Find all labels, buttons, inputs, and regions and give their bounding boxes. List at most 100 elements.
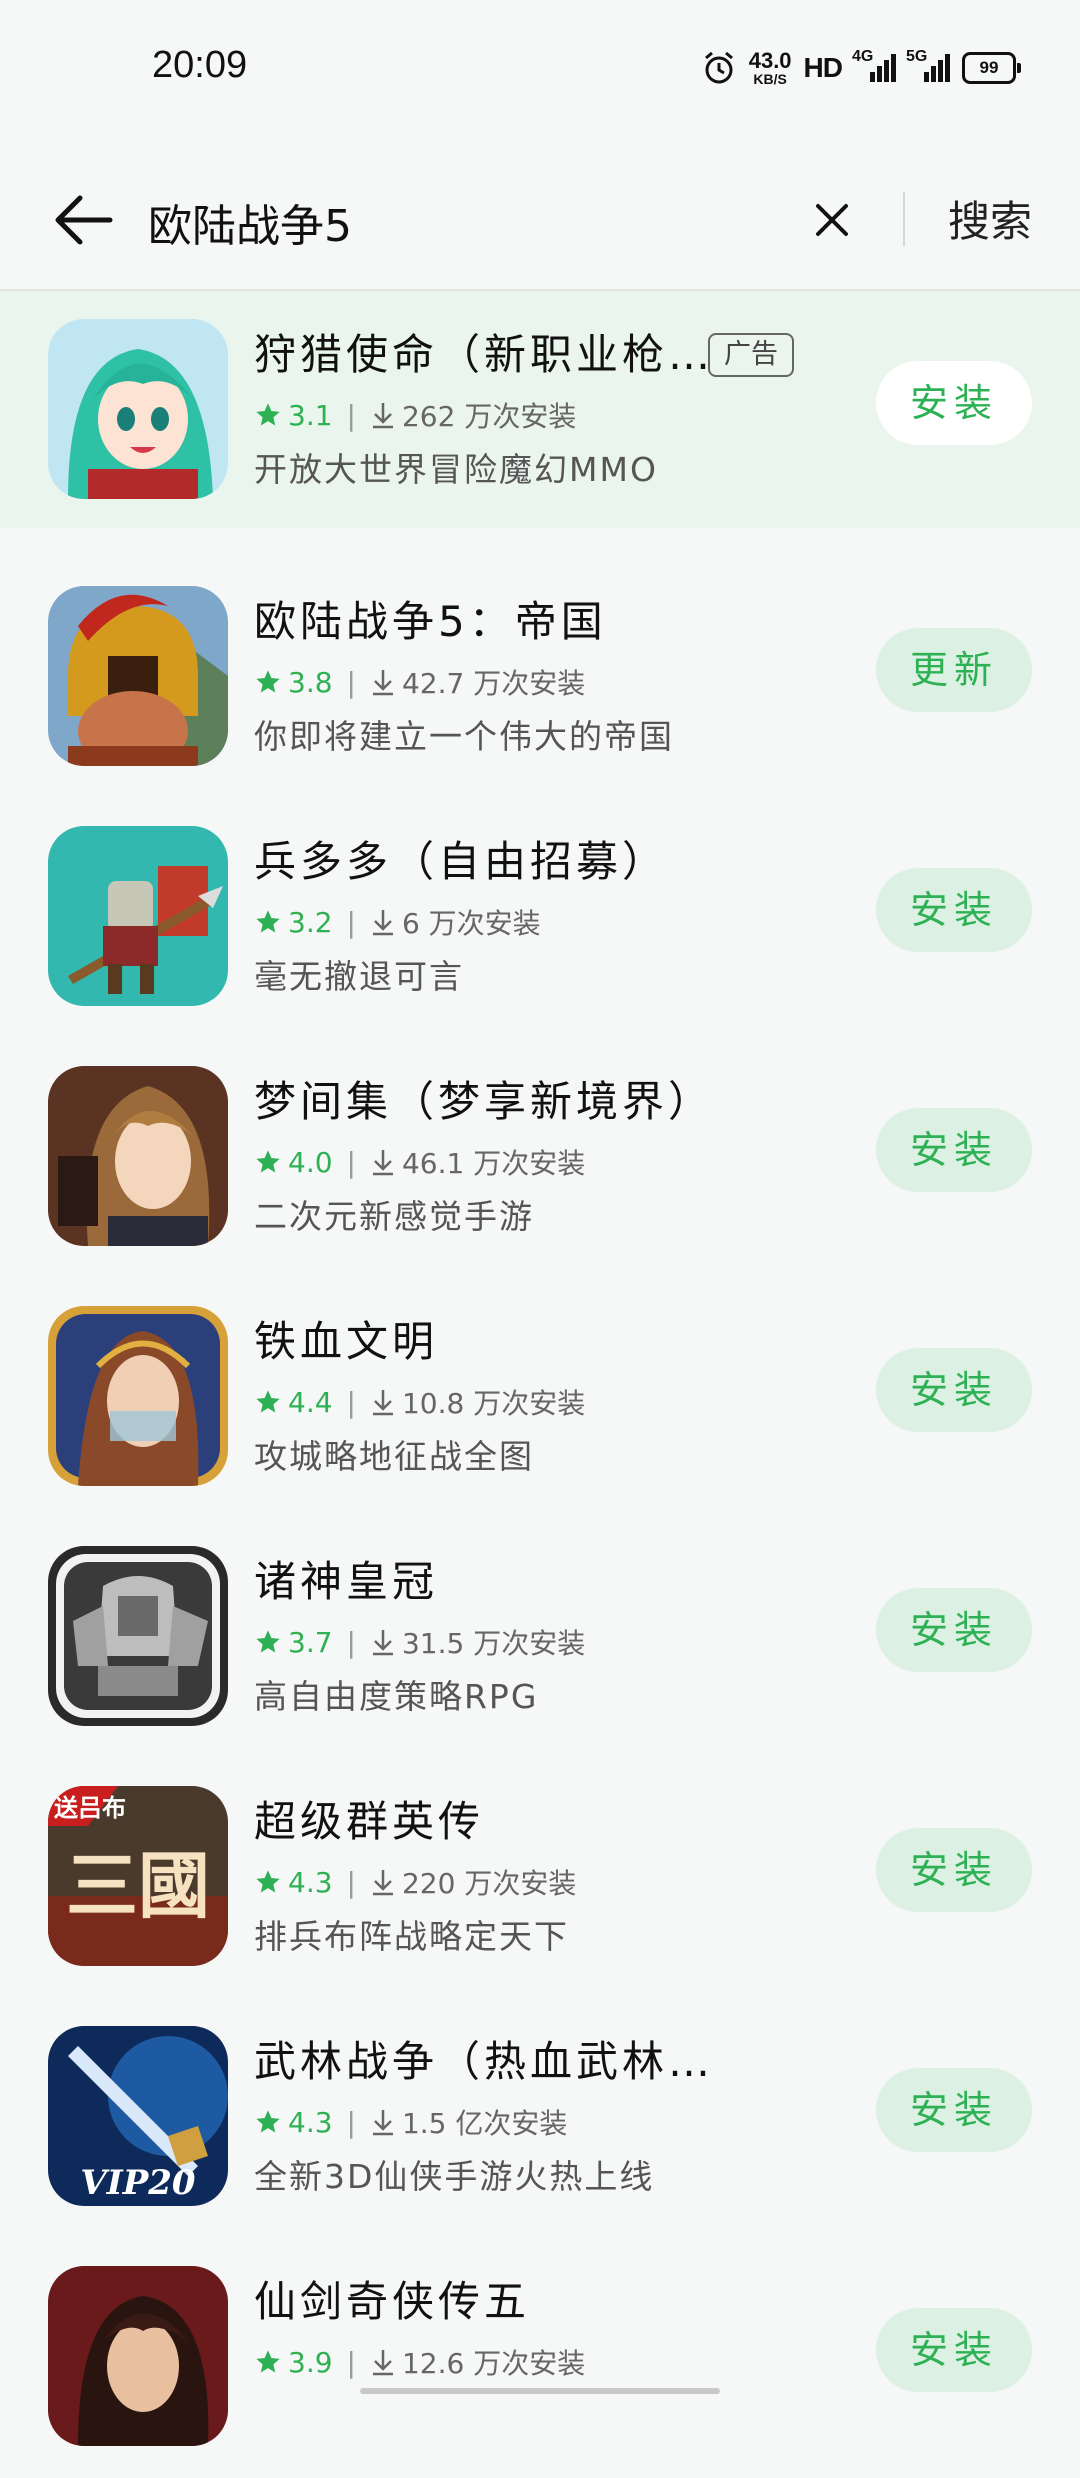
app-description: 二次元新感觉手游 — [254, 1197, 534, 1236]
download-count: 10.8 万次安装 — [401, 1387, 586, 1420]
rating: 3.9 — [288, 2345, 333, 2379]
signal-4g-icon: 4G — [852, 48, 896, 82]
install-button[interactable]: 安装 — [876, 1348, 1032, 1432]
app-description: 全新3D仙侠手游火热上线 — [254, 2157, 655, 2196]
signal-5g-icon: 5G — [906, 48, 950, 82]
install-button[interactable]: 安装 — [876, 1828, 1032, 1912]
battery-icon: 99 — [962, 52, 1021, 84]
alarm-icon — [704, 51, 733, 84]
app-description: 毫无撤退可言 — [254, 957, 464, 996]
three-kingdoms-icon: 送吕布 三國 — [48, 1786, 228, 1966]
install-button[interactable]: 安装 — [876, 2068, 1032, 2152]
download-icon — [372, 670, 393, 696]
app-meta: 3.2 | 6 万次安装 — [254, 902, 541, 942]
ad-badge: 广告 — [708, 333, 794, 377]
download-count: 31.5 万次安装 — [401, 1627, 586, 1660]
knight-spear-icon — [48, 826, 228, 1006]
download-icon — [372, 910, 393, 936]
divider — [903, 192, 905, 246]
list-item[interactable]: VIP20 武林战争（热血武林100连… 4.3 | 1.5 亿次安装 全新3D… — [0, 1998, 1080, 2238]
app-name: 超级群英传 — [254, 1797, 485, 1846]
download-count: 6 万次安装 — [401, 907, 541, 940]
rating: 4.3 — [288, 1865, 333, 1899]
install-button[interactable]: 安装 — [876, 868, 1032, 952]
download-count: 220 万次安装 — [401, 1867, 577, 1900]
rating: 4.3 — [288, 2105, 333, 2139]
app-description: 开放大世界冒险魔幻MMO — [254, 450, 658, 489]
app-meta: 4.4 | 10.8 万次安装 — [254, 1382, 585, 1422]
install-button[interactable]: 安装 — [876, 1108, 1032, 1192]
anime-girl-icon — [48, 319, 228, 499]
rating: 4.0 — [288, 1145, 333, 1179]
app-list: 狩猎使命（新职业枪… 广告 3.1 | 262 万次安装 开放大世界冒险魔幻MM… — [0, 291, 1080, 2478]
app-meta: 4.3 | 1.5 亿次安装 — [254, 2102, 567, 2142]
app-description: 排兵布阵战略定天下 — [254, 1917, 569, 1956]
network-speed: 43.0 KB/S — [748, 48, 792, 87]
swordsman-icon — [48, 2266, 228, 2446]
app-description: 你即将建立一个伟大的帝国 — [254, 717, 674, 756]
app-meta: 4.3 | 220 万次安装 — [254, 1862, 576, 1902]
search-button[interactable]: 搜索 — [948, 188, 1032, 249]
update-button[interactable]: 更新 — [876, 628, 1032, 712]
list-item[interactable]: 仙剑奇侠传五 3.9 | 12.6 万次安装 安装 — [0, 2238, 1080, 2478]
rating: 3.2 — [288, 905, 333, 939]
app-name: 诸神皇冠 — [254, 1557, 439, 1606]
download-icon — [372, 1150, 393, 1176]
download-icon — [372, 2110, 393, 2136]
app-meta: 3.1 | 262 万次安装 — [254, 395, 576, 435]
list-item[interactable]: 梦间集（梦享新境界） 4.0 | 46.1 万次安装 二次元新感觉手游 安装 — [0, 1038, 1080, 1278]
app-description: 高自由度策略RPG — [254, 1677, 539, 1716]
rating: 3.1 — [288, 398, 333, 432]
list-item[interactable]: 欧陆战争5：帝国 3.8 | 42.7 万次安装 你即将建立一个伟大的帝国 更新 — [0, 558, 1080, 798]
app-meta: 3.9 | 12.6 万次安装 — [254, 2342, 585, 2382]
download-icon — [372, 2350, 393, 2376]
hd-indicator: HD — [803, 52, 843, 83]
download-icon — [372, 1630, 393, 1656]
star-icon — [256, 1630, 280, 1653]
list-item[interactable]: 铁血文明 4.4 | 10.8 万次安装 攻城略地征战全图 安装 — [0, 1278, 1080, 1518]
home-indicator[interactable] — [360, 2388, 720, 2394]
icon-banner-text: 送吕布 — [54, 1794, 126, 1822]
icon-title-text: 三國 — [66, 1843, 210, 1928]
star-icon — [256, 2110, 280, 2133]
icon-vip-text: VIP20 — [80, 2163, 196, 2203]
search-bar: 搜索 — [0, 150, 1080, 290]
app-meta: 3.7 | 31.5 万次安装 — [254, 1622, 585, 1662]
list-item[interactable]: 兵多多（自由招募） 3.2 | 6 万次安装 毫无撤退可言 安装 — [0, 798, 1080, 1038]
download-count: 262 万次安装 — [401, 400, 577, 433]
star-icon — [256, 403, 280, 426]
rating: 3.7 — [288, 1625, 333, 1659]
star-icon — [256, 1390, 280, 1413]
rating: 4.4 — [288, 1385, 333, 1419]
star-icon — [256, 670, 280, 693]
armor-icon — [48, 1546, 228, 1726]
install-button[interactable]: 安装 — [876, 361, 1032, 445]
app-name: 梦间集（梦享新境界） — [254, 1077, 714, 1126]
download-icon — [372, 1390, 393, 1416]
clear-icon[interactable] — [806, 194, 858, 246]
install-button[interactable]: 安装 — [876, 2308, 1032, 2392]
app-meta: 4.0 | 46.1 万次安装 — [254, 1142, 585, 1182]
rating: 3.8 — [288, 665, 333, 699]
list-item[interactable]: 狩猎使命（新职业枪… 广告 3.1 | 262 万次安装 开放大世界冒险魔幻MM… — [0, 291, 1080, 528]
download-count: 12.6 万次安装 — [401, 2347, 586, 2380]
list-item[interactable]: 送吕布 三國 超级群英传 4.3 | 220 万次安装 排兵布阵战略定天下 安装 — [0, 1758, 1080, 1998]
back-arrow-icon[interactable] — [50, 190, 116, 250]
anime-man-icon — [48, 1066, 228, 1246]
download-count: 42.7 万次安装 — [401, 667, 586, 700]
star-icon — [256, 1150, 280, 1173]
app-name: 仙剑奇侠传五 — [254, 2277, 531, 2326]
download-count: 1.5 亿次安装 — [401, 2107, 568, 2140]
star-icon — [256, 910, 280, 933]
app-name: 铁血文明 — [254, 1317, 439, 1366]
search-input[interactable] — [146, 186, 790, 258]
install-button[interactable]: 安装 — [876, 1588, 1032, 1672]
app-name: 武林战争（热血武林100连… — [254, 2037, 714, 2086]
list-item[interactable]: 诸神皇冠 3.7 | 31.5 万次安装 高自由度策略RPG 安装 — [0, 1518, 1080, 1758]
app-description: 攻城略地征战全图 — [254, 1437, 534, 1476]
star-icon — [256, 2350, 280, 2373]
status-icons: 43.0 KB/S HD 4G 5G 99 — [701, 46, 1021, 90]
veiled-woman-icon — [48, 1306, 228, 1486]
status-bar: 20:09 43.0 KB/S HD 4G 5G 99 — [0, 0, 1080, 130]
app-name: 欧陆战争5：帝国 — [254, 597, 607, 646]
